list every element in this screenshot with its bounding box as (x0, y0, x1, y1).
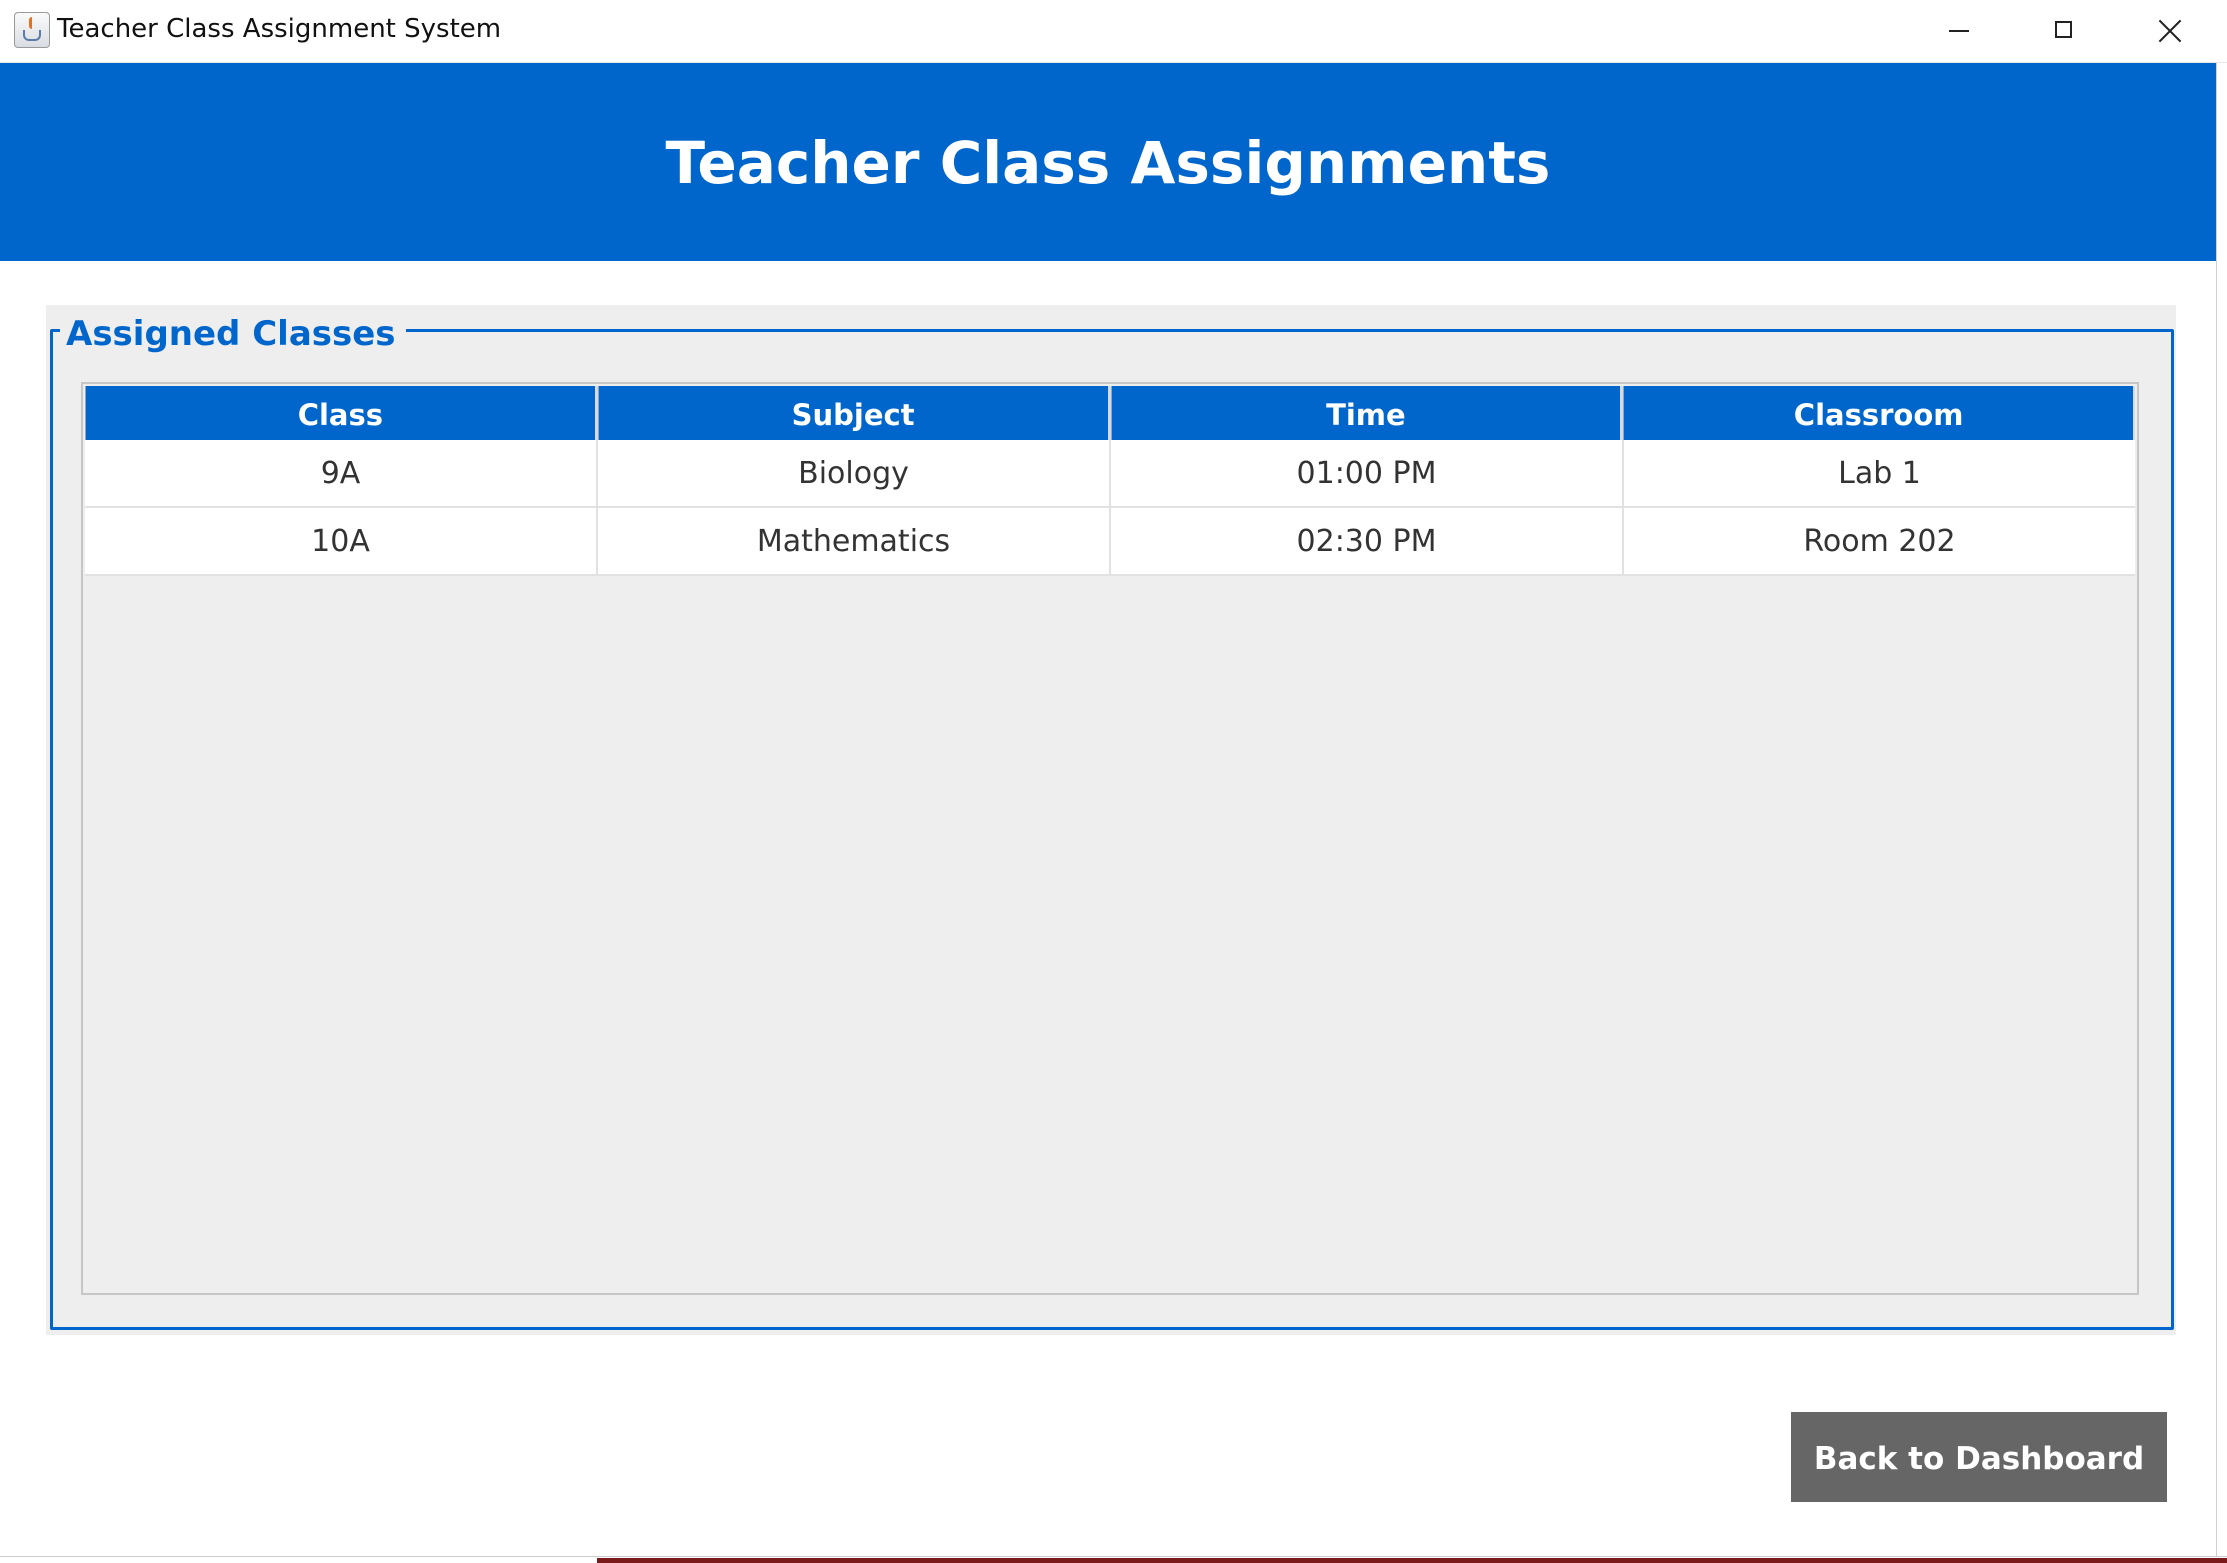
cell-time[interactable]: 02:30 PM (1111, 508, 1624, 574)
app-window: Teacher Class Assignment System Teacher … (0, 0, 2227, 1563)
table-row[interactable]: 10A Mathematics 02:30 PM Room 202 (85, 508, 2135, 576)
close-icon (2158, 19, 2182, 43)
cell-classroom[interactable]: Room 202 (1624, 508, 2135, 574)
maximize-button[interactable] (2012, 0, 2116, 62)
classes-table[interactable]: Class Subject Time Classroom 9A Biology … (81, 382, 2139, 1295)
cell-subject[interactable]: Mathematics (598, 508, 1111, 574)
close-button[interactable] (2117, 0, 2221, 62)
title-bar[interactable]: Teacher Class Assignment System (0, 0, 2227, 63)
maximize-icon (2055, 21, 2072, 38)
column-header-subject[interactable]: Subject (597, 386, 1111, 440)
minimize-button[interactable] (1907, 0, 2011, 62)
cell-class[interactable]: 9A (85, 440, 598, 506)
back-to-dashboard-button[interactable]: Back to Dashboard (1791, 1412, 2167, 1502)
panel-legend: Assigned Classes (60, 311, 406, 357)
cell-classroom[interactable]: Lab 1 (1624, 440, 2135, 506)
table-header: Class Subject Time Classroom (85, 386, 2135, 440)
cell-class[interactable]: 10A (85, 508, 598, 574)
cell-time[interactable]: 01:00 PM (1111, 440, 1624, 506)
table-body: 9A Biology 01:00 PM Lab 1 10A Mathematic… (85, 440, 2135, 576)
column-header-classroom[interactable]: Classroom (1623, 386, 2135, 440)
java-cup-icon (14, 12, 50, 48)
page-title: Teacher Class Assignments (665, 129, 1551, 197)
table-row[interactable]: 9A Biology 01:00 PM Lab 1 (85, 440, 2135, 508)
column-header-class[interactable]: Class (85, 386, 598, 440)
header-banner: Teacher Class Assignments (0, 63, 2216, 261)
cell-subject[interactable]: Biology (598, 440, 1111, 506)
window-edge (2216, 63, 2227, 1563)
column-header-time[interactable]: Time (1110, 386, 1624, 440)
taskbar-edge (0, 1556, 2227, 1563)
minimize-icon (1949, 30, 1969, 32)
window-title: Teacher Class Assignment System (57, 14, 502, 44)
